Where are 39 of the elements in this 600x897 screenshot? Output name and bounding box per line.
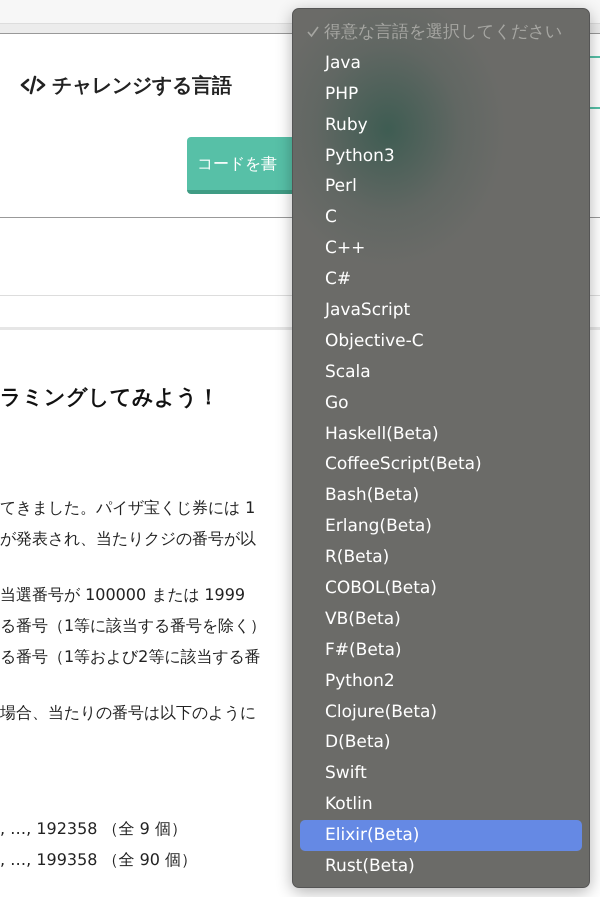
menu-item[interactable]: Objective-C [300, 326, 582, 357]
menu-item[interactable]: Bash(Beta) [300, 480, 582, 512]
menu-item[interactable]: Python3 [300, 140, 582, 172]
menu-item[interactable]: R(Beta) [300, 542, 582, 574]
menu-item[interactable]: PHP [300, 78, 582, 110]
menu-item[interactable]: Rust(Beta) [300, 851, 582, 882]
menu-item[interactable]: COBOL(Beta) [300, 573, 582, 604]
menu-item[interactable]: Haskell(Beta) [300, 418, 582, 450]
text-line: る番号（1等および2等に該当する番 [0, 646, 260, 668]
menu-item: 得意な言語を選択してください [300, 17, 582, 48]
section-title: チャレンジする言語 [52, 72, 232, 99]
menu-item[interactable]: Scala [300, 356, 582, 388]
menu-item[interactable]: C# [300, 264, 582, 296]
text-line: 場合、当たりの番号は以下のように [0, 702, 256, 724]
menu-item[interactable]: C++ [300, 233, 582, 264]
text-line: が発表され、当たりクジの番号が以 [0, 528, 256, 550]
menu-item[interactable]: Elixir(Beta) [300, 820, 582, 852]
text-line: る番号（1等に該当する番号を除く） [0, 614, 266, 636]
text-line: , …, 192358 （全 9 個） [0, 818, 187, 840]
menu-item[interactable]: Kotlin [300, 789, 582, 820]
text-line: てきました。パイザ宝くじ券には 1 [0, 496, 256, 518]
text-line: , …, 199358 （全 90 個） [0, 848, 198, 870]
menu-item[interactable]: Java [300, 48, 582, 79]
menu-item[interactable]: Python2 [300, 666, 582, 697]
menu-item[interactable]: D(Beta) [300, 727, 582, 758]
menu-item[interactable]: F#(Beta) [300, 634, 582, 666]
heading: ラミングしてみよう！ [0, 384, 219, 411]
menu-item[interactable]: C [300, 202, 582, 234]
menu-item[interactable]: Swift [300, 758, 582, 790]
menu-item[interactable]: Erlang(Beta) [300, 511, 582, 542]
menu-item[interactable]: VB(Beta) [300, 604, 582, 635]
menu-item[interactable]: Clojure(Beta) [300, 696, 582, 728]
menu-item[interactable]: Go [300, 388, 582, 419]
code-icon [20, 75, 46, 95]
menu-item[interactable]: CoffeeScript(Beta) [300, 449, 582, 480]
menu-item[interactable]: Perl [300, 171, 582, 202]
text-line: 当選番号が 100000 または 1999 [0, 584, 246, 606]
menu-item[interactable]: JavaScript [300, 295, 582, 326]
menu-item[interactable]: Ruby [300, 110, 582, 141]
